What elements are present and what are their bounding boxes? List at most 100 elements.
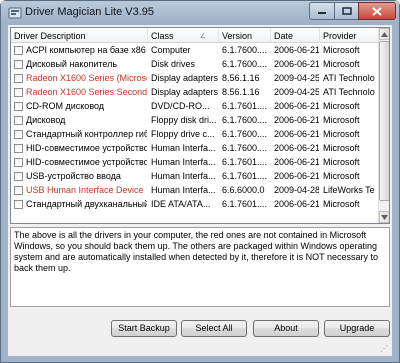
window-title: Driver Magician Lite V3.95 [25,6,155,18]
cell-class: Human Interfa... [151,143,216,153]
cell-version: 6.1.7601.... [222,157,268,167]
row-checkbox[interactable] [14,88,23,97]
row-checkbox[interactable] [14,116,23,125]
table-row[interactable]: Стандартный двухканальный... IDE ATA/ATA.… [11,198,379,212]
description-text: The above is all the drivers in your com… [10,227,390,307]
cell-class: Floppy disk dri... [151,115,217,125]
cell-description: Стандартный двухканальный... [26,199,147,209]
row-checkbox[interactable] [14,158,23,167]
cell-date: 2009-04-28 [274,185,319,195]
sort-indicator-icon: ∠ [199,33,206,40]
maximize-button[interactable] [334,2,359,20]
scroll-down-icon [381,214,388,220]
close-button[interactable] [358,2,396,20]
table-row[interactable]: Radeon X1600 Series (Microsof... Display … [11,72,379,86]
table-row[interactable]: USB-устройство ввода Human Interfa... 6.1.… [11,170,379,184]
cell-date: 2006-06-21 [274,115,319,125]
cell-version: 6.1.7600.... [222,45,268,55]
about-button[interactable]: About [253,320,319,337]
select-all-button[interactable]: Select All [181,320,247,337]
column-header-description[interactable]: Driver Description [11,28,148,43]
scroll-thumb[interactable] [379,41,389,201]
row-checkbox[interactable] [14,144,23,153]
table-row[interactable]: Стандартный контроллер гиб... Floppy driv… [11,128,379,142]
minimize-button[interactable] [309,2,335,20]
app-window: Driver Magician Lite V3.95 Driver Descri… [0,0,400,363]
column-header-class-label: Class [151,31,174,41]
list-header: Driver Description Class ∠ Version Date … [11,28,379,43]
cell-class: Disk drives [151,59,196,69]
column-header-provider[interactable]: Provider [320,28,379,43]
cell-class: IDE ATA/ATA... [151,199,211,209]
cell-description: Дисковод [26,115,66,125]
cell-version: 6.1.7601.... [222,171,268,181]
app-icon [8,7,22,19]
cell-description: USB-устройство ввода [26,171,121,181]
cell-date: 2006-06-21 [274,129,319,139]
scroll-down-button[interactable] [379,211,389,223]
title-bar[interactable]: Driver Magician Lite V3.95 [1,1,399,25]
cell-version: 6.1.7601.... [222,101,268,111]
row-checkbox[interactable] [14,102,23,111]
cell-date: 2006-06-21 [274,101,319,111]
row-checkbox[interactable] [14,130,23,139]
driver-list[interactable]: Driver Description Class ∠ Version Date … [10,27,390,224]
column-header-class[interactable]: Class ∠ [148,28,219,43]
table-row[interactable]: HID-совместимое устройство... Human Inter… [11,142,379,156]
cell-provider: Microsoft [323,45,360,55]
table-row[interactable]: USB Human Interface Device Human Interfa.… [11,184,379,198]
cell-provider: Microsoft [323,115,360,125]
row-checkbox[interactable] [14,46,23,55]
client-area: Driver Description Class ∠ Version Date … [8,25,392,356]
table-row[interactable]: HID-совместимое устройство... Human Inter… [11,156,379,170]
cell-date: 2006-06-21 [274,157,319,167]
scroll-up-icon [381,31,388,37]
column-header-date[interactable]: Date [271,28,320,43]
cell-description: USB Human Interface Device [26,185,144,195]
cell-class: Floppy drive c... [151,129,215,139]
upgrade-button[interactable]: Upgrade [324,320,390,337]
cell-version: 6.6.6000.0 [222,185,265,195]
resize-grip-icon[interactable]: ⋰ [380,344,390,354]
row-checkbox[interactable] [14,200,23,209]
vertical-scrollbar[interactable] [378,28,389,223]
cell-class: DVD/CD-RO... [151,101,210,111]
close-icon [372,6,382,16]
cell-provider: Microsoft [323,199,360,209]
cell-provider: Microsoft [323,143,360,153]
cell-description: Radeon X1600 Series Seconda... [26,87,147,97]
cell-description: ACPI компьютер на базе x86 [26,45,146,55]
cell-class: Display adapters [151,73,218,83]
cell-class: Computer [151,45,191,55]
cell-provider: Microsoft [323,59,360,69]
cell-class: Human Interfa... [151,185,216,195]
maximize-icon [341,7,352,15]
cell-description: Дисковый накопитель [26,59,118,69]
table-row[interactable]: Дисковод Floppy disk dri... 6.1.7600.... 20… [11,114,379,128]
cell-description: Radeon X1600 Series (Microsof... [26,73,147,83]
scroll-up-button[interactable] [379,28,389,40]
column-header-version[interactable]: Version [219,28,271,43]
start-backup-button[interactable]: Start Backup [111,320,177,337]
row-checkbox[interactable] [14,172,23,181]
cell-version: 8.56.1.16 [222,87,260,97]
row-checkbox[interactable] [14,60,23,69]
cell-version: 6.1.7600.... [222,115,268,125]
minimize-icon [318,12,326,14]
cell-version: 6.1.7600.... [222,129,268,139]
cell-date: 2006-06-21 [274,199,319,209]
cell-date: 2006-06-21 [274,171,319,181]
cell-date: 2009-04-25 [274,87,319,97]
table-row[interactable]: CD-ROM дисковод DVD/CD-RO... 6.1.7601.... 2… [11,100,379,114]
cell-provider: LifeWorks Te [323,185,375,195]
cell-description: CD-ROM дисковод [26,101,105,111]
table-row[interactable]: ACPI компьютер на базе x86 Computer 6.1.76… [11,44,379,58]
table-row[interactable]: Дисковый накопитель Disk drives 6.1.7600..… [11,58,379,72]
row-checkbox[interactable] [14,186,23,195]
cell-date: 2006-06-21 [274,59,319,69]
cell-provider: Microsoft [323,101,360,111]
row-checkbox[interactable] [14,74,23,83]
cell-provider: Microsoft [323,157,360,167]
cell-version: 6.1.7600.... [222,143,268,153]
table-row[interactable]: Radeon X1600 Series Seconda... Display ad… [11,86,379,100]
